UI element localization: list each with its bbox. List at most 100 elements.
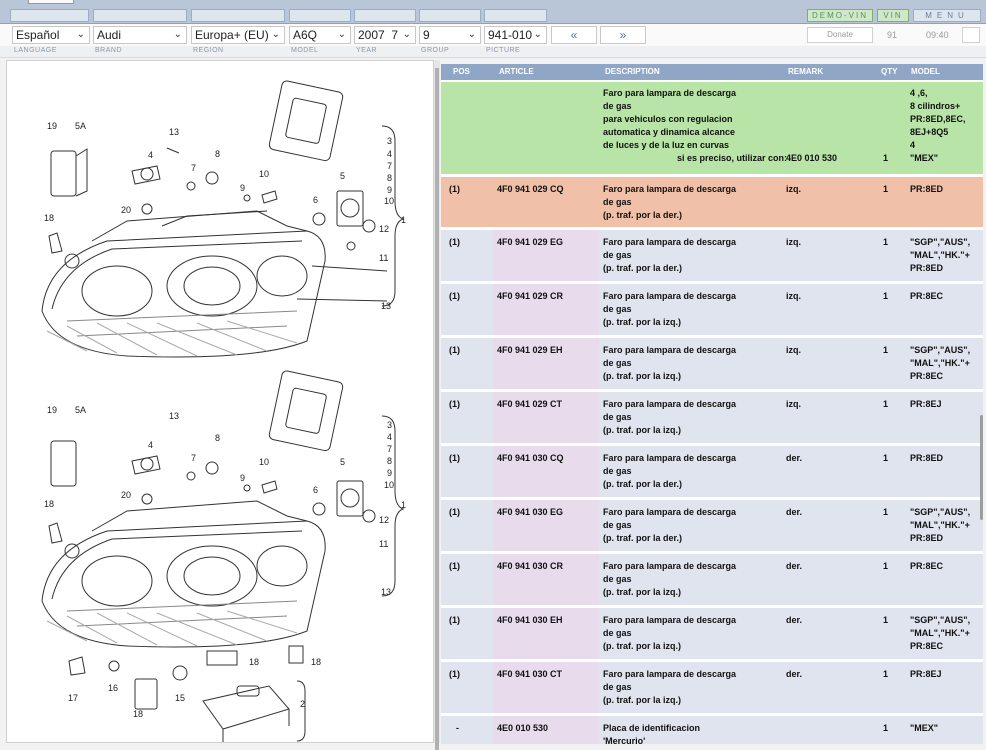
callout-18-lower: 18 <box>44 499 54 509</box>
table-row[interactable]: - 4E0 010 530 Placa de identificacion 'M… <box>441 716 983 744</box>
row-model: "SGP","AUS", "MAL","HK."+ PR:8ED <box>910 237 971 273</box>
toolbar-slot-language[interactable] <box>10 9 89 22</box>
callout-4b-lower: 4 <box>387 432 392 442</box>
row-article[interactable]: 4F0 941 030 EG <box>497 506 563 519</box>
row-article[interactable]: 4F0 941 029 CQ <box>497 183 564 196</box>
table-row[interactable]: (1) 4F0 941 030 CT Faro para lampara de … <box>441 662 983 715</box>
row-article[interactable]: 4F0 941 030 CT <box>497 668 562 681</box>
toolbar-slot-picture[interactable] <box>484 9 547 22</box>
table-row[interactable]: (1) 4F0 941 029 EH Faro para lampara de … <box>441 338 983 391</box>
table-row[interactable]: (1) 4F0 941 030 EG Faro para lampara de … <box>441 500 983 553</box>
donate-button[interactable]: Donate <box>807 27 873 43</box>
table-row[interactable]: (1) 4F0 941 029 CT Faro para lampara de … <box>441 392 983 445</box>
callout-10b-lower: 10 <box>384 480 394 490</box>
callout-9: 9 <box>240 183 245 193</box>
scrollbar-thumb[interactable] <box>435 68 439 750</box>
callout-13-lower: 13 <box>169 411 179 421</box>
group-select[interactable]: 9 ⌄ <box>419 26 481 44</box>
row-description: Faro para lampara de descarga de gas (p.… <box>603 561 737 597</box>
year-select[interactable]: 2007 7 ⌄ <box>354 26 416 44</box>
model-value: A6Q <box>293 28 318 42</box>
menu-button[interactable]: MENU <box>913 9 981 22</box>
row-article[interactable]: 4F0 941 030 CR <box>497 560 563 573</box>
row-model: PR:8EJ <box>910 399 942 409</box>
header-pos[interactable]: POS <box>453 64 470 80</box>
toolbar-slot-year[interactable] <box>354 9 416 22</box>
callout-8: 8 <box>215 149 220 159</box>
row-description: Faro para lampara de descarga de gas (p.… <box>603 615 737 651</box>
table-row[interactable]: (1) 4F0 941 030 CR Faro para lampara de … <box>441 554 983 607</box>
header-article[interactable]: ARTICLE <box>499 64 534 80</box>
table-row[interactable]: (1) 4F0 941 030 CQ Faro para lampara de … <box>441 446 983 499</box>
row-model: "MEX" <box>910 723 939 733</box>
chevron-down-icon: ⌄ <box>173 29 182 40</box>
headlight-exploded-view: 19 5A 13 4 8 7 9 10 20 5 6 18 12 11 3 4 … <box>41 80 406 742</box>
row-pos: (1) <box>449 399 460 409</box>
row-pos: (1) <box>449 669 460 679</box>
header-description[interactable]: DESCRIPTION <box>605 64 660 80</box>
callout-9-lower: 9 <box>240 473 245 483</box>
chevron-down-icon: ⌄ <box>467 29 476 40</box>
callout-10b: 10 <box>384 196 394 206</box>
header-remark[interactable]: REMARK <box>788 64 823 80</box>
model-select[interactable]: A6Q ⌄ <box>289 26 351 44</box>
callout-8b-lower: 8 <box>387 456 392 466</box>
parts-diagram[interactable]: 19 5A 13 4 8 7 9 10 20 5 6 18 12 11 3 4 … <box>6 60 434 743</box>
row-model: 4 ,6, 8 cilindros+ PR:8ED,8EC, 8EJ+8Q5 4… <box>910 88 966 163</box>
toolbar-slot-brand[interactable] <box>93 9 187 22</box>
result-count: 91 <box>887 30 898 40</box>
group-value: 9 <box>423 28 430 42</box>
year-sub-value: 7 <box>391 28 399 42</box>
callout-2: 2 <box>300 699 305 709</box>
table-row[interactable]: (1) 4F0 941 029 CR Faro para lampara de … <box>441 284 983 337</box>
callout-17: 17 <box>68 693 78 703</box>
row-article[interactable]: 4F0 941 029 CT <box>497 398 562 411</box>
row-remark: der. <box>786 507 803 517</box>
callout-19: 19 <box>47 121 57 131</box>
callout-19-lower: 19 <box>47 405 57 415</box>
table-scrollbar[interactable] <box>980 415 983 520</box>
row-article[interactable]: 4F0 941 030 EH <box>497 614 563 627</box>
prev-picture-button[interactable]: « <box>551 26 597 44</box>
label-year: YEAR <box>356 47 378 54</box>
callout-13b-lower: 13 <box>381 587 391 597</box>
brand-select[interactable]: Audi ⌄ <box>93 26 187 44</box>
picture-select[interactable]: 941-010 ⌄ <box>484 26 547 44</box>
callout-20-lower: 20 <box>121 490 131 500</box>
demo-vin-button[interactable]: DEMO-VIN <box>807 9 873 22</box>
region-select[interactable]: Europa+ (EU) ⌄ <box>191 26 285 44</box>
header-model[interactable]: MODEL <box>911 64 940 80</box>
row-description: Faro para lampara de descarga de gas (p.… <box>603 399 737 435</box>
toolbar-slot-group[interactable] <box>419 9 481 22</box>
row-article[interactable]: 4E0 010 530 <box>497 722 548 735</box>
row-model: PR:8ED <box>910 453 944 463</box>
row-article[interactable]: 4F0 941 029 CR <box>497 290 563 303</box>
window-tab[interactable] <box>28 0 74 4</box>
table-row[interactable]: Faro para lampara de descarga de gas par… <box>441 82 983 176</box>
row-remark: izq. <box>786 184 801 194</box>
row-article[interactable]: 4F0 941 029 EH <box>497 344 563 357</box>
toolbar-slot-region[interactable] <box>191 9 285 22</box>
row-model: "SGP","AUS", "MAL","HK."+ PR:8EC <box>910 345 971 381</box>
table-row-selected[interactable]: (1) 4F0 941 029 CQ Faro para lampara de … <box>441 177 983 229</box>
toolbar-slot-model[interactable] <box>289 9 351 22</box>
language-value: Español <box>16 28 60 42</box>
header-qty[interactable]: QTY <box>881 64 897 80</box>
row-qty: 1 <box>883 345 889 355</box>
row-model: PR:8EJ <box>910 669 942 679</box>
table-row[interactable]: (1) 4F0 941 029 EG Faro para lampara de … <box>441 230 983 283</box>
row-qty: 1 <box>883 453 889 463</box>
vin-button[interactable]: VIN <box>877 9 909 22</box>
callout-16: 16 <box>108 683 118 693</box>
row-article[interactable]: 4F0 941 030 CQ <box>497 452 564 465</box>
panel-scrollbar[interactable] <box>434 60 440 750</box>
row-article[interactable]: 4F0 941 029 EG <box>497 236 563 249</box>
extra-field[interactable] <box>962 27 980 43</box>
table-row[interactable]: (1) 4F0 941 030 EH Faro para lampara de … <box>441 608 983 661</box>
next-picture-button[interactable]: » <box>600 26 646 44</box>
row-description: Faro para lampara de descarga de gas (p.… <box>603 507 737 543</box>
row-remark: izq. <box>786 345 801 355</box>
callout-8b: 8 <box>387 173 392 183</box>
language-select[interactable]: Español ⌄ <box>12 26 90 44</box>
callout-9b-lower: 9 <box>387 468 392 478</box>
